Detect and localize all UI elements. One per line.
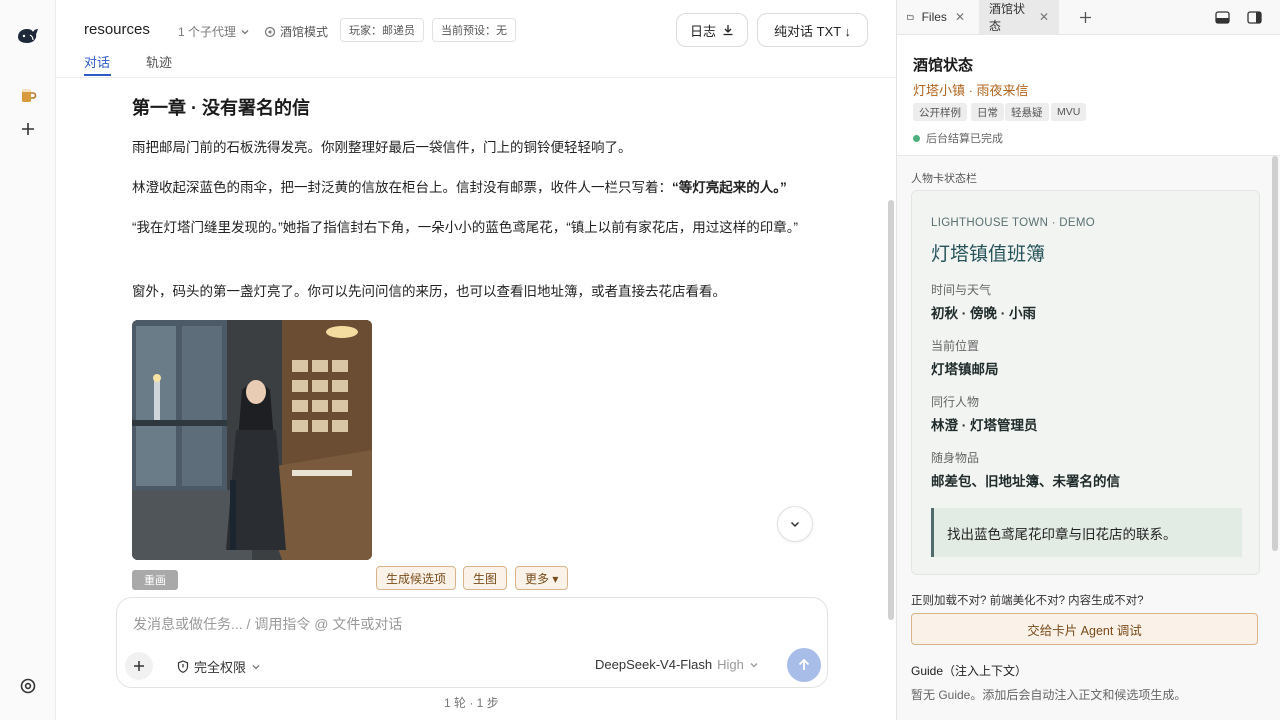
turn-counter: 1 轮 · 1 步 [444,696,499,710]
log-button-label: 日志 [689,23,716,39]
scenario-subtitle: 灯塔小镇 · 雨夜来信 [913,83,1029,98]
permission-label: 完全权限 [194,660,247,675]
model-name: DeepSeek-V4-Flash [595,657,713,672]
panel-tabs: Files ✕ 酒馆状态 ✕ [897,0,1280,34]
close-icon[interactable]: ✕ [1039,10,1049,24]
tag: 日常 [971,103,1004,121]
plus-icon[interactable] [16,117,40,141]
field-value: 邮差包、旧地址簿、未署名的信 [931,474,1120,489]
player-chip[interactable]: 玩家：邮递员 [340,18,424,42]
active-tab-indicator [84,74,111,76]
chat-scrollbar[interactable] [888,200,894,620]
tab-trace[interactable]: 轨迹 [146,52,172,71]
field-label: 时间与天气 [931,283,992,297]
folder-icon [907,14,914,20]
card-agent-debug-button[interactable]: 交给卡片 Agent 调试 [911,613,1258,645]
chapter-title: 第一章 · 没有署名的信 [132,98,310,118]
paragraph-2-text: 林澄收起深蓝色的雨伞，把一封泛黄的信放在柜台上。信封没有邮票，收件人一栏只写着： [132,180,672,195]
model-selector[interactable]: DeepSeek-V4-Flash High [595,657,759,672]
model-effort: High [717,657,744,672]
scroll-to-bottom-button[interactable] [777,506,813,542]
left-rail [0,0,56,720]
field-value: 林澄 · 灯塔管理员 [931,418,1038,433]
layout-side-button[interactable] [1237,0,1272,34]
guide-title: Guide（注入上下文） [911,664,1028,678]
card-title: 灯塔镇值班簿 [931,244,1046,265]
plus-icon [1080,11,1091,23]
arrow-up-icon [798,658,810,670]
tavern-mug-icon[interactable] [16,83,40,107]
character-status-card: LIGHTHOUSE TOWN · DEMO 灯塔镇值班簿 时间与天气 初秋 ·… [911,190,1260,575]
whale-logo-icon[interactable] [16,24,40,48]
chevron-down-icon [252,664,260,669]
chevron-down-icon [750,662,758,667]
story-paragraph-1: 雨把邮局门前的石板洗得发亮。你刚整理好最后一袋信件，门上的铜铃便轻轻响了。 [132,140,632,155]
message-input[interactable]: 发消息或做任务... / 调用指令 @ 文件或对话 [133,614,402,634]
redraw-button[interactable]: 重画 [132,570,178,590]
layout-sidebar-icon [1247,10,1262,24]
export-txt-button[interactable]: 纯对话 TXT ↓ [757,13,868,47]
subagents-label: 1 个子代理 [178,25,237,39]
card-eyebrow: LIGHTHOUSE TOWN · DEMO [931,217,1095,229]
status-header: 酒馆状态 灯塔小镇 · 雨夜来信 公开样例 日常 轻悬疑 MVU 后台结算已完成 [897,34,1280,156]
field-value: 灯塔镇邮局 [931,362,999,377]
tag: 轻悬疑 [1005,103,1049,121]
chat-header: resources 1 个子代理 酒馆模式 玩家：邮递员 当前预设：无 日志 纯… [56,0,896,78]
story-paragraph-4: 窗外，码头的第一盏灯亮了。你可以先问问信的来历，也可以查看旧地址簿，或者直接去花… [132,284,726,299]
generate-image-button[interactable]: 生图 [463,566,508,590]
log-button[interactable]: 日志 [676,13,748,47]
guide-empty-text: 暂无 Guide。添加后会自动注入正文和候选项生成。 [911,688,1187,702]
field-label: 同行人物 [931,395,980,409]
mode-label: 酒馆模式 [280,25,329,39]
preset-chip[interactable]: 当前预设：无 [432,18,516,42]
chevron-down-icon [790,521,800,528]
layout-bottom-icon [1215,10,1230,24]
section-label: 人物卡状态栏 [911,173,977,185]
download-icon [723,25,733,36]
story-paragraph-3: “我在灯塔门缝里发现的。”她指了指信封右下角，一朵小小的蓝色鸢尾花，“镇上以前有… [132,220,798,235]
project-name[interactable]: resources [84,21,150,38]
new-tab-button[interactable] [1069,0,1102,34]
status-title: 酒馆状态 [913,57,974,74]
paragraph-2-bold: “等灯亮起来的人。” [672,180,787,195]
status-text: 后台结算已完成 [926,133,1003,145]
layout-bottom-button[interactable] [1205,0,1240,34]
tag: MVU [1051,103,1087,121]
shield-icon [177,660,189,673]
send-button[interactable] [787,648,821,682]
chat-main: resources 1 个子代理 酒馆模式 玩家：邮递员 当前预设：无 日志 纯… [56,0,896,720]
tab-files-label: Files [921,10,947,24]
field-value: 初秋 · 傍晚 · 小雨 [931,306,1036,321]
subagents-dropdown[interactable]: 1 个子代理 [178,23,250,40]
settings-icon[interactable] [16,674,40,698]
status-dot [913,134,920,142]
permission-dropdown[interactable]: 完全权限 [177,657,261,676]
tab-status-label: 酒馆状态 [989,2,1026,33]
message-composer[interactable]: 发消息或做任务... / 调用指令 @ 文件或对话 完全权限 DeepSeek-… [116,597,828,688]
right-panel: Files ✕ 酒馆状态 ✕ 酒馆状态 灯塔小镇 · 雨夜来信 公开样例 日常 … [896,0,1280,720]
debug-question: 正则加载不对? 前端美化不对? 内容生成不对? [911,595,1144,607]
mode-icon [264,26,276,37]
tab-files[interactable]: Files ✕ [897,0,975,34]
generate-options-button[interactable]: 生成候选项 [376,566,457,590]
current-goal: 找出蓝色鸢尾花印章与旧花店的联系。 [931,508,1242,557]
field-label: 随身物品 [931,451,980,465]
chevron-down-icon [241,29,249,34]
tavern-mode-indicator[interactable]: 酒馆模式 [264,23,328,40]
more-button[interactable]: 更多 ▾ [515,566,569,590]
panel-scrollbar[interactable] [1272,156,1278,551]
tag: 公开样例 [913,103,967,121]
scene-illustration[interactable] [132,320,372,560]
tab-tavern-status[interactable]: 酒馆状态 ✕ [979,0,1059,34]
attach-button[interactable] [125,652,153,680]
plus-icon [134,661,144,671]
settlement-status: 后台结算已完成 [913,130,1003,146]
story-paragraph-2: 林澄收起深蓝色的雨伞，把一封泛黄的信放在柜台上。信封没有邮票，收件人一栏只写着：… [132,176,822,200]
tab-chat[interactable]: 对话 [84,52,110,71]
close-icon[interactable]: ✕ [955,10,965,24]
field-label: 当前位置 [931,339,980,353]
